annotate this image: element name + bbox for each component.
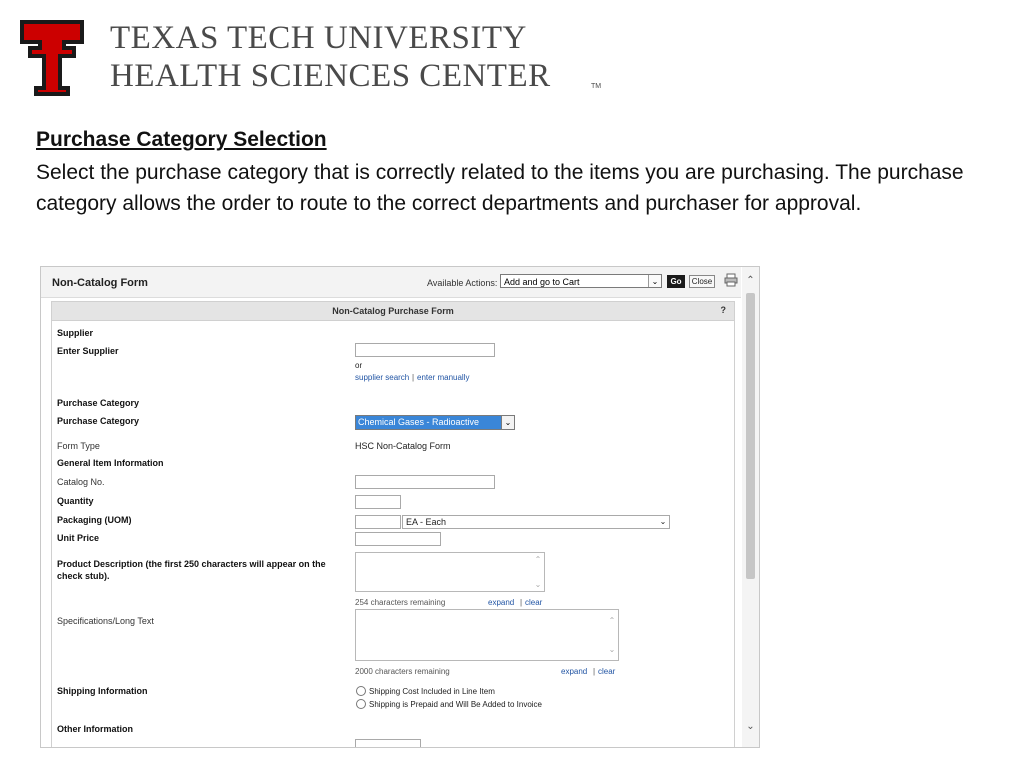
scroll-up-arrow-icon[interactable]: ⌃ <box>742 273 759 289</box>
slide-body-text: Select the purchase category that is cor… <box>36 161 964 215</box>
purchase-category-label: Purchase Category <box>57 416 140 426</box>
uom-value: EA - Each <box>406 517 447 527</box>
description-characters-remaining: 254 characters remaining <box>355 598 446 607</box>
form-type-label: Form Type <box>57 441 100 451</box>
product-description-label: Product Description (the first 250 chara… <box>57 559 326 581</box>
shipping-prepaid-label: Shipping is Prepaid and Will Be Added to… <box>369 700 542 709</box>
quantity-input[interactable] <box>355 495 401 509</box>
textarea-scroll-up-icon: ⌃ <box>534 555 542 564</box>
supplier-search-link[interactable]: supplier search <box>355 373 409 382</box>
available-actions-value: Add and go to Cart <box>504 277 580 287</box>
link-separator: | <box>412 373 415 382</box>
catalog-no-label: Catalog No. <box>57 477 105 487</box>
vertical-scrollbar[interactable]: ⌃ ⌄ <box>742 267 759 747</box>
product-description-textarea[interactable]: ⌃ ⌄ <box>355 552 545 592</box>
chevron-down-icon: ⌄ <box>657 516 669 528</box>
form-type-value: HSC Non-Catalog Form <box>355 441 451 451</box>
quantity-label: Quantity <box>57 496 94 506</box>
specifications-characters-remaining: 2000 characters remaining <box>355 667 450 676</box>
textarea-scroll-up-icon: ⌃ <box>608 616 616 625</box>
specifications-textarea[interactable]: ⌃ ⌄ <box>355 609 619 661</box>
specifications-label: Specifications/Long Text <box>57 616 154 626</box>
enter-manually-link[interactable]: enter manually <box>417 373 469 382</box>
other-information-input[interactable] <box>355 739 421 747</box>
form-toolbar: Non-Catalog Form Available Actions: Add … <box>41 267 741 298</box>
go-button[interactable]: Go <box>667 275 685 288</box>
shipping-included-label: Shipping Cost Included in Line Item <box>369 687 495 696</box>
uom-select[interactable]: EA - Each ⌄ <box>402 515 670 529</box>
org-name-line2: HEALTH SCIENCES CENTER <box>110 58 551 94</box>
available-actions-label: Available Actions: <box>427 278 498 288</box>
shipping-information-label: Shipping Information <box>57 686 148 696</box>
form-panel-header: Non-Catalog Purchase Form ? <box>52 302 734 321</box>
link-separator: | <box>520 598 523 607</box>
slide-heading: Purchase Category Selection <box>36 128 327 151</box>
supplier-section-heading: Supplier <box>57 328 94 338</box>
non-catalog-form-panel: Non-Catalog Purchase Form ? Supplier Ent… <box>51 301 735 747</box>
non-catalog-form-screenshot: Non-Catalog Form Available Actions: Add … <box>40 266 760 748</box>
chevron-down-icon: ⌄ <box>648 275 661 287</box>
general-item-section-heading: General Item Information <box>57 458 164 468</box>
shipping-included-radio[interactable] <box>356 686 366 696</box>
purchase-category-select[interactable]: Chemical Gases - Radioactive ⌄ <box>355 415 515 430</box>
org-name-line1: TEXAS TECH UNIVERSITY <box>110 20 527 56</box>
close-button[interactable]: Close <box>689 275 715 288</box>
form-title: Non-Catalog Form <box>52 277 148 289</box>
double-t-logo-icon <box>18 18 86 98</box>
enter-supplier-label: Enter Supplier <box>57 346 119 356</box>
form-panel-title: Non-Catalog Purchase Form <box>332 306 454 316</box>
specifications-expand-link[interactable]: expand <box>561 667 587 676</box>
packaging-label: Packaging (UOM) <box>57 515 132 525</box>
catalog-no-input[interactable] <box>355 475 495 489</box>
description-expand-link[interactable]: expand <box>488 598 514 607</box>
shipping-prepaid-radio[interactable] <box>356 699 366 709</box>
purchase-category-section-heading: Purchase Category <box>57 398 140 408</box>
packaging-quantity-input[interactable] <box>355 515 401 529</box>
description-clear-link[interactable]: clear <box>525 598 542 607</box>
link-separator: | <box>593 667 596 676</box>
specifications-clear-link[interactable]: clear <box>598 667 615 676</box>
chevron-down-icon: ⌄ <box>501 416 514 429</box>
unit-price-input[interactable] <box>355 532 441 546</box>
textarea-scroll-down-icon: ⌄ <box>534 580 542 589</box>
supplier-input[interactable] <box>355 343 495 357</box>
trademark-mark: TM <box>591 83 602 90</box>
help-button[interactable]: ? <box>721 305 727 315</box>
available-actions-select[interactable]: Add and go to Cart ⌄ <box>500 274 662 288</box>
unit-price-label: Unit Price <box>57 533 100 543</box>
textarea-scroll-down-icon: ⌄ <box>608 645 616 654</box>
or-label: or <box>355 361 363 370</box>
printer-icon[interactable] <box>724 273 738 287</box>
scrollbar-thumb[interactable] <box>746 293 755 579</box>
scroll-down-arrow-icon[interactable]: ⌄ <box>742 719 759 735</box>
other-information-section-heading: Other Information <box>57 724 133 734</box>
purchase-category-value: Chemical Gases - Radioactive <box>358 417 480 427</box>
